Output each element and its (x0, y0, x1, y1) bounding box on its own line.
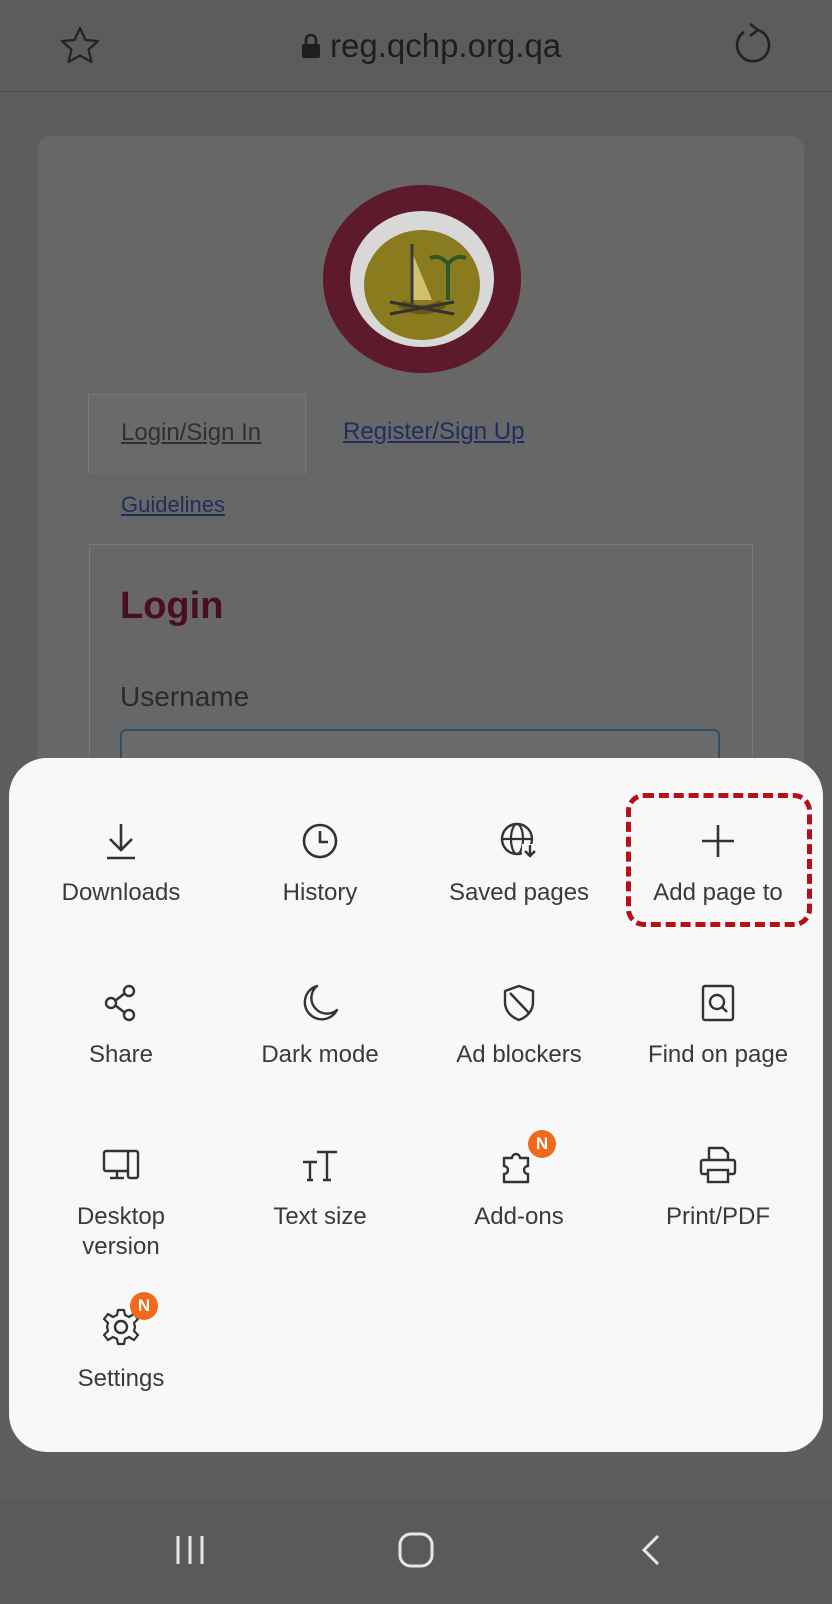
menu-item-ad-blockers[interactable]: Ad blockers (419, 980, 619, 1070)
menu-item-desktop-version[interactable]: Desktop version (21, 1142, 221, 1262)
menu-item-label: Print/PDF (665, 1203, 770, 1230)
menu-item-find-on-page[interactable]: Find on page (618, 980, 818, 1070)
menu-item-label: Add-ons (474, 1203, 564, 1230)
menu-item-downloads[interactable]: Downloads (21, 818, 221, 908)
recent-apps-icon[interactable] (170, 1530, 210, 1570)
desktop-icon (98, 1142, 144, 1188)
menu-item-label: Find on page (647, 1041, 789, 1068)
url-text: reg.qchp.org.qa (330, 27, 562, 64)
menu-item-history[interactable]: History (220, 818, 420, 908)
menu-item-dark-mode[interactable]: Dark mode (220, 980, 420, 1070)
username-label: Username (120, 681, 250, 712)
menu-item-label: Downloads (61, 879, 181, 906)
puzzle-icon: N (496, 1130, 556, 1188)
menu-item-saved-pages[interactable]: Saved pages (419, 818, 619, 908)
menu-item-add-ons[interactable]: N Add-ons (419, 1130, 619, 1232)
menu-item-label: Dark mode (261, 1041, 379, 1068)
lock-icon (302, 33, 320, 58)
menu-item-label: Desktop version (76, 1203, 166, 1260)
menu-item-share[interactable]: Share (21, 980, 221, 1070)
reload-icon[interactable] (728, 20, 778, 70)
menu-item-label: Settings (77, 1365, 165, 1392)
new-badge: N (528, 1130, 556, 1158)
tab-login[interactable]: Login/Sign In (88, 394, 306, 474)
menu-item-label: Share (88, 1041, 154, 1068)
globe-download-icon (496, 818, 542, 864)
address-bar[interactable]: reg.qchp.org.qa (300, 24, 561, 68)
text-size-icon (297, 1142, 343, 1188)
shield-icon (496, 980, 542, 1026)
ministry-seal-logo (323, 185, 521, 373)
menu-item-label: Saved pages (448, 879, 590, 906)
system-nav-bar (0, 1500, 832, 1604)
find-page-icon (695, 980, 741, 1026)
printer-icon (695, 1142, 741, 1188)
highlight-box (626, 793, 812, 927)
browser-toolbar: reg.qchp.org.qa (0, 0, 832, 92)
moon-icon (297, 980, 343, 1026)
tab-login-label[interactable]: Login/Sign In (121, 419, 261, 447)
guidelines-link[interactable]: Guidelines (121, 492, 225, 518)
gear-icon: N (98, 1292, 158, 1350)
menu-item-text-size[interactable]: Text size (220, 1142, 420, 1232)
login-title: Login (120, 585, 224, 627)
home-icon[interactable] (396, 1530, 436, 1570)
tab-register[interactable]: Register/Sign Up (343, 418, 524, 446)
share-icon (98, 980, 144, 1026)
back-icon[interactable] (632, 1530, 672, 1570)
menu-item-label: History (282, 879, 358, 906)
download-icon (98, 818, 144, 864)
menu-item-print-pdf[interactable]: Print/PDF (618, 1142, 818, 1232)
menu-item-label: Text size (273, 1203, 367, 1230)
bookmark-star-icon[interactable] (58, 24, 102, 68)
menu-item-settings[interactable]: N Settings (21, 1292, 221, 1394)
new-badge: N (130, 1292, 158, 1320)
menu-item-label: Ad blockers (456, 1041, 582, 1068)
clock-icon (297, 818, 343, 864)
